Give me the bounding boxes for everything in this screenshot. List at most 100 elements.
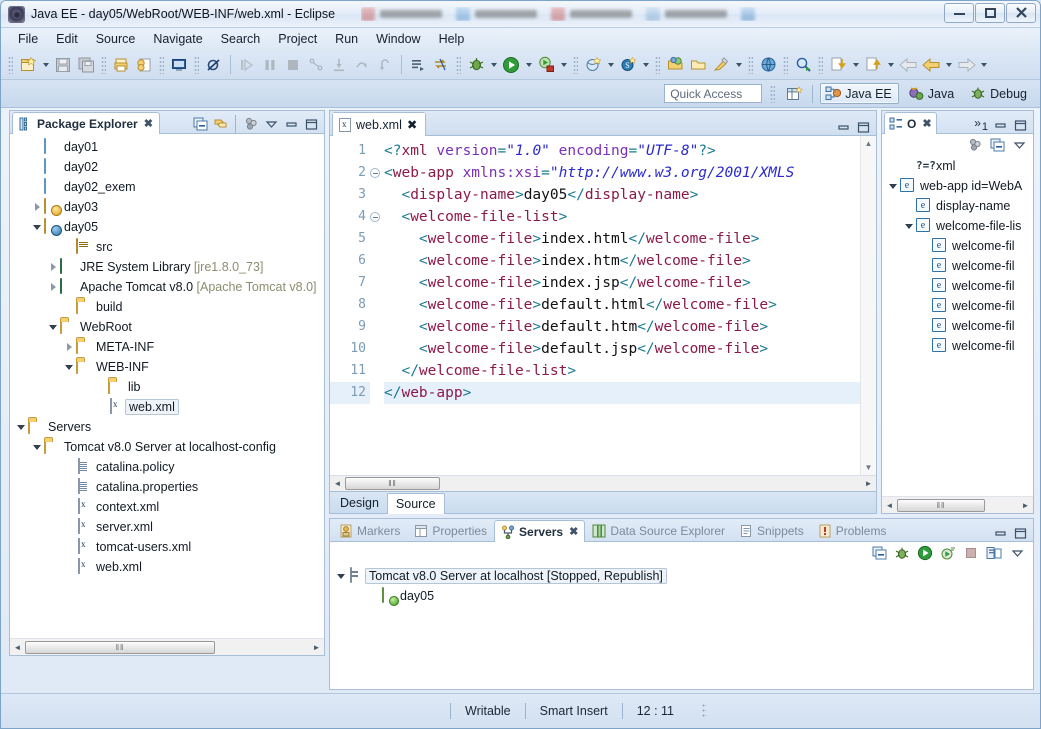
tree-item[interactable]: e welcome-fil xyxy=(882,236,1033,256)
scroll-left-arrow[interactable]: ◄ xyxy=(330,476,345,491)
folding-column[interactable] xyxy=(370,136,384,475)
tree-item[interactable]: web.xml xyxy=(10,557,324,577)
tree-item[interactable]: META-INF xyxy=(10,337,324,357)
minimize-icon[interactable] xyxy=(992,525,1008,541)
chevron-down-icon[interactable] xyxy=(1011,137,1027,153)
tab-package-explorer[interactable]: Package Explorer ✖ xyxy=(12,112,160,134)
scroll-right-arrow[interactable]: ► xyxy=(1018,498,1033,513)
tree-item[interactable]: e welcome-fil xyxy=(882,336,1033,356)
tree-item[interactable]: e welcome-fil xyxy=(882,316,1033,336)
tree-item[interactable]: WEB-INF xyxy=(10,357,324,377)
outline-hscrollbar[interactable]: ◄ ‖‖ ► xyxy=(882,496,1033,513)
tab-snippets[interactable]: Snippets xyxy=(732,519,811,541)
tree-item[interactable]: ?=? xml xyxy=(882,156,1033,176)
scroll-left-arrow[interactable]: ◄ xyxy=(882,498,897,513)
minimize-icon[interactable] xyxy=(835,119,851,135)
forward-icon[interactable] xyxy=(955,54,977,76)
tree-item[interactable]: e web-app id=WebA xyxy=(882,176,1033,196)
toolbar-grip-9[interactable] xyxy=(783,55,788,74)
toolbar-grip-4[interactable] xyxy=(194,55,199,74)
run-server-dropdown-icon[interactable] xyxy=(558,54,569,76)
maximize-icon[interactable] xyxy=(303,116,319,132)
prev-edit-position-icon[interactable] xyxy=(862,54,884,76)
tree-item[interactable]: day01 xyxy=(10,137,324,157)
collapse-arrow-icon[interactable] xyxy=(46,320,60,334)
perspective-debug[interactable]: Debug xyxy=(965,83,1034,104)
tree-item[interactable]: e welcome-file-lis xyxy=(882,216,1033,236)
scroll-down-arrow[interactable]: ▼ xyxy=(861,460,876,475)
editor-tab-webxml[interactable]: web.xml ✖ xyxy=(332,112,427,136)
tree-item[interactable]: tomcat-users.xml xyxy=(10,537,324,557)
quick-access-input[interactable]: Quick Access xyxy=(664,84,763,103)
outline-tree[interactable]: ?=? xml e web-app id=WebA e display-name e welc… xyxy=(882,156,1033,356)
restore-button[interactable] xyxy=(975,3,1005,23)
expand-arrow-icon[interactable] xyxy=(62,340,76,354)
fold-toggle-icon[interactable] xyxy=(370,212,380,222)
servers-tree[interactable]: Tomcat v8.0 Server at localhost [Stopped… xyxy=(330,564,1033,606)
tab-problems[interactable]: Problems xyxy=(811,519,894,541)
scroll-thumb[interactable]: ‖‖ xyxy=(345,477,440,490)
new-server-icon[interactable] xyxy=(871,545,887,561)
chevron-down-icon[interactable] xyxy=(263,116,279,132)
save-all-icon[interactable] xyxy=(75,54,97,76)
tree-item[interactable]: Servers xyxy=(10,417,324,437)
editor-vscrollbar[interactable]: ▲ ▼ xyxy=(860,136,876,475)
publish-icon[interactable] xyxy=(986,545,1002,561)
tab-servers[interactable]: Servers ✖ xyxy=(494,520,586,542)
view-menu-icon[interactable] xyxy=(243,116,259,132)
tab-outline[interactable]: O ✖ xyxy=(884,112,937,134)
tree-item[interactable]: Tomcat v8.0 Server at localhost [Stopped… xyxy=(330,566,1033,586)
tree-item[interactable]: web.xml xyxy=(10,397,324,417)
toolbar-grip-2[interactable] xyxy=(101,55,106,74)
next-annotation-icon[interactable] xyxy=(407,54,429,76)
tree-item[interactable]: e welcome-fil xyxy=(882,256,1033,276)
maximize-icon[interactable] xyxy=(1012,117,1028,133)
package-explorer-tree[interactable]: day01 day02 day02_exem day03 day05 src JRE Sys… xyxy=(10,134,324,577)
toolbar-grip-10[interactable] xyxy=(818,55,823,74)
open-web-browser-icon[interactable] xyxy=(757,54,779,76)
collapse-arrow-icon[interactable] xyxy=(334,569,348,583)
maximize-icon[interactable] xyxy=(855,119,871,135)
tree-item[interactable]: Apache Tomcat v8.0 [Apache Tomcat v8.0] xyxy=(10,277,324,297)
next-edit-position-icon[interactable] xyxy=(827,54,849,76)
debug-server-icon[interactable] xyxy=(894,545,910,561)
scroll-thumb[interactable]: ‖‖ xyxy=(25,640,215,654)
tree-item[interactable]: day05 xyxy=(330,586,1033,606)
code-text[interactable]: <?xml version="1.0" encoding="UTF-8"?> <w… xyxy=(384,136,876,475)
tree-item[interactable]: e display-name xyxy=(882,196,1033,216)
tree-item[interactable]: JRE System Library [jre1.8.0_73] xyxy=(10,257,324,277)
expand-arrow-icon[interactable] xyxy=(30,200,44,214)
menu-file[interactable]: File xyxy=(9,30,47,48)
publish-icon[interactable] xyxy=(133,54,155,76)
console-icon[interactable] xyxy=(168,54,190,76)
run-server-icon[interactable] xyxy=(535,54,557,76)
prev-edit-dropdown-icon[interactable] xyxy=(885,54,896,76)
tree-item[interactable]: day02_exem xyxy=(10,177,324,197)
minimize-button[interactable] xyxy=(944,3,974,23)
collapse-all-icon[interactable] xyxy=(192,116,208,132)
tree-item[interactable]: e welcome-fil xyxy=(882,276,1033,296)
perspective-java[interactable]: Java xyxy=(903,83,961,104)
overflow-chevron-icon[interactable]: » xyxy=(974,116,981,130)
scroll-left-arrow[interactable]: ◄ xyxy=(10,640,25,655)
new-wizard-dropdown-icon[interactable] xyxy=(40,54,51,76)
collapse-arrow-icon[interactable] xyxy=(14,420,28,434)
tree-item[interactable]: lib xyxy=(10,377,324,397)
menu-window[interactable]: Window xyxy=(367,30,429,48)
fold-toggle-icon[interactable] xyxy=(370,168,380,178)
quick-fix-dropdown-icon[interactable] xyxy=(733,54,744,76)
editor-hscrollbar[interactable]: ◄ ‖‖ ► xyxy=(330,475,876,491)
tree-item[interactable]: context.xml xyxy=(10,497,324,517)
perspective-java-ee[interactable]: Java EE xyxy=(820,83,899,104)
tree-item[interactable]: build xyxy=(10,297,324,317)
minimize-icon[interactable] xyxy=(992,117,1008,133)
tab-data-source-explorer[interactable]: Data Source Explorer xyxy=(585,519,732,541)
menu-source[interactable]: Source xyxy=(87,30,145,48)
toolbar-grip-3[interactable] xyxy=(159,55,164,74)
tree-item[interactable]: e welcome-fil xyxy=(882,296,1033,316)
run-dropdown-icon[interactable] xyxy=(523,54,534,76)
toolbar-grip[interactable] xyxy=(8,55,13,74)
back-dropdown-icon[interactable] xyxy=(943,54,954,76)
debug-dropdown-icon[interactable] xyxy=(488,54,499,76)
new-servlet-dropdown-icon[interactable] xyxy=(640,54,651,76)
